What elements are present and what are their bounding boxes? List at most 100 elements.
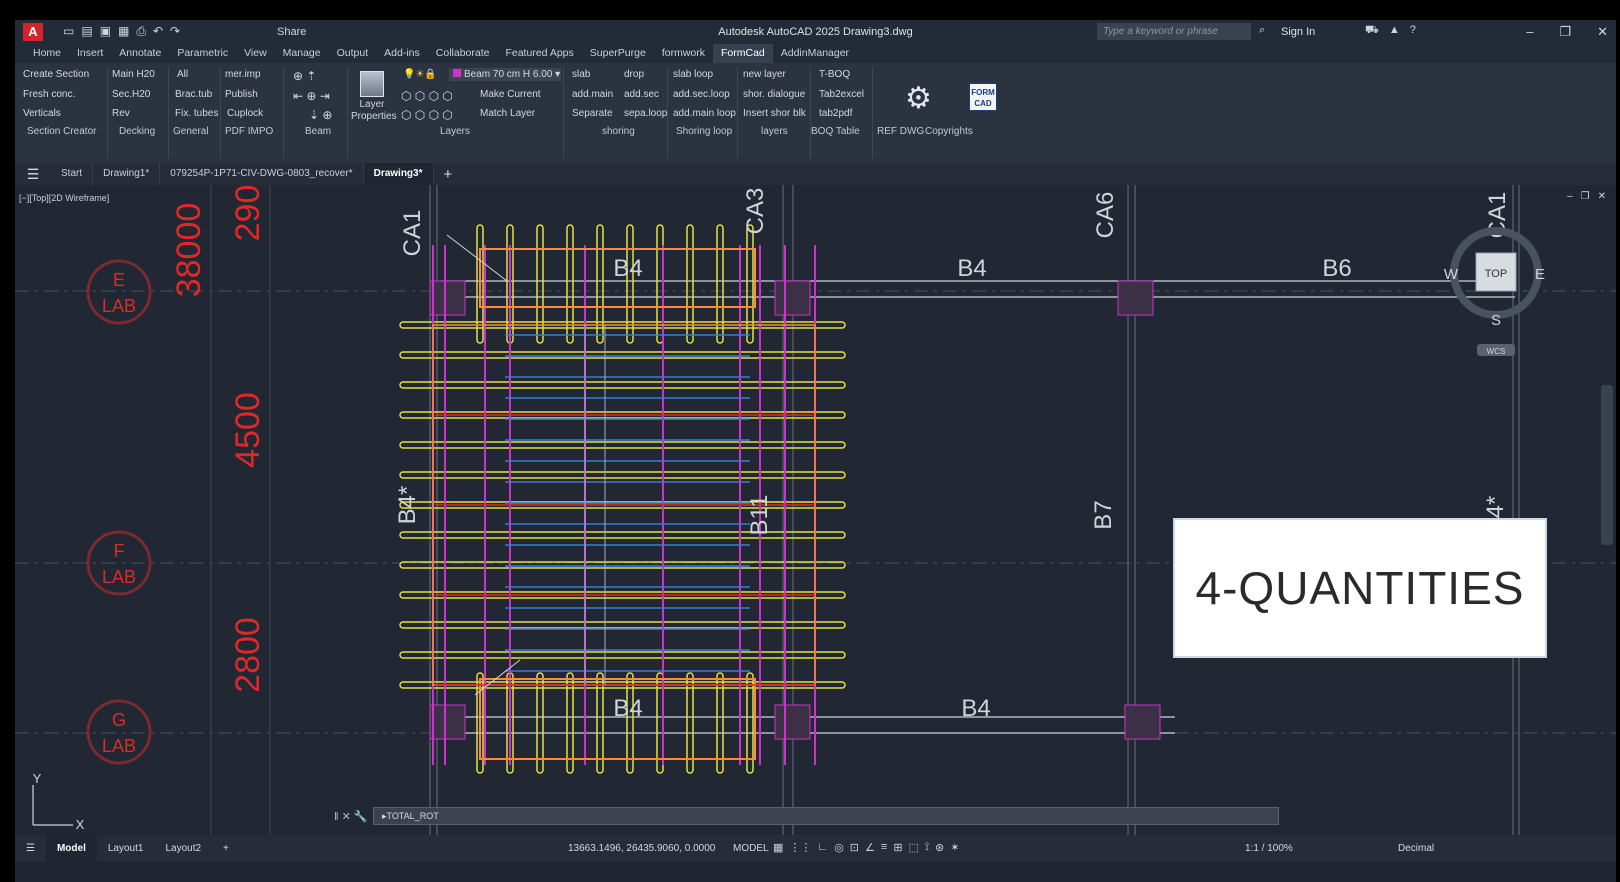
viewport-controls-label[interactable]: [−][Top][2D Wireframe] — [19, 193, 109, 203]
vp-minimize-icon[interactable]: – — [1567, 191, 1573, 202]
publish-dropdown[interactable]: Publish — [225, 89, 258, 100]
status-bar: ☰ Model Layout1 Layout2 + 13663.1496, 26435.… — [15, 835, 1616, 862]
polar-icon[interactable]: ◎ — [834, 841, 844, 854]
drawing-canvas[interactable]: 38000 29045002800ELABFLABGLABCA1 CA3 CA6 CA1… — [15, 185, 1616, 835]
add-main-button[interactable]: add.main — [572, 89, 613, 100]
main-h20-dropdown[interactable]: Main H20 — [112, 69, 155, 80]
layout-tab[interactable]: Layout2 — [154, 835, 212, 862]
coordinates-readout[interactable]: 13663.1496, 26435.9060, 0.0000 — [568, 843, 715, 854]
doc-tab[interactable]: Drawing1* — [93, 163, 161, 185]
t-boq-button[interactable]: T-BOQ — [819, 69, 850, 80]
ribbon-tab-superpurge[interactable]: SuperPurge — [582, 44, 654, 63]
fix-tubes-button[interactable]: Fix. tubes — [175, 108, 218, 119]
annotation-icon[interactable]: ⊛ — [935, 841, 944, 854]
autodesk-icon[interactable]: ▲ — [1389, 24, 1400, 38]
minimize-icon[interactable]: – — [1526, 24, 1533, 40]
layer-tools-icon[interactable]: ⬡ ⬡ ⬡ ⬡ — [401, 89, 453, 103]
slab-button[interactable]: slab — [572, 69, 590, 80]
add-sec-loop-button[interactable]: add.sec.loop — [673, 89, 730, 100]
beam-insert-icon[interactable]: ⇤ ⊕ ⇥ — [293, 89, 330, 103]
doc-tab[interactable]: Start — [51, 163, 94, 185]
sign-in-button[interactable]: Sign In — [1281, 26, 1315, 38]
beam-tool-icon[interactable]: ⊕ ⇡ — [293, 69, 316, 83]
otrack-icon[interactable]: ∠ — [865, 841, 875, 854]
layer-dropdown[interactable]: Beam 70 cm H 6.00 ▾ — [449, 68, 561, 81]
ribbon-tab-annotate[interactable]: Annotate — [111, 44, 169, 63]
search-input[interactable]: Type a keyword or phrase — [1097, 23, 1251, 40]
shor-dialogue-button[interactable]: shor. dialogue — [743, 89, 805, 100]
help-icon[interactable]: ? — [1410, 24, 1416, 38]
ribbon-tab-addinmanager[interactable]: AddinManager — [773, 44, 857, 63]
add-layout-icon[interactable]: + — [212, 835, 240, 862]
tab2excel-button[interactable]: Tab2excel — [819, 89, 864, 100]
ortho-icon[interactable]: ∟ — [817, 841, 828, 854]
gear-icon[interactable]: ⚙ — [905, 81, 932, 116]
command-close-icon[interactable]: ‖ ✕ 🔧 — [334, 810, 368, 823]
vp-close-icon[interactable]: ✕ — [1598, 191, 1606, 202]
ribbon-tab-formcad[interactable]: FormCad — [712, 44, 773, 63]
units-dropdown[interactable]: Decimal — [1398, 843, 1434, 854]
drawing-viewport[interactable]: 38000 290 4500 2800 E LAB F LAB G LAB CA1 CA3 CA6 CA1… — [15, 185, 1616, 835]
layer-properties-button[interactable]: Layer Properties — [351, 71, 397, 123]
lineweight-icon[interactable]: ≡ — [881, 841, 887, 854]
new-tab-icon[interactable]: + — [434, 166, 463, 183]
transparency-icon[interactable]: ⊞ — [893, 841, 902, 854]
ribbon-tab-insert[interactable]: Insert — [69, 44, 111, 63]
fresh-conc-button[interactable]: Fresh conc. — [23, 89, 75, 100]
ribbon-tab-featured-apps[interactable]: Featured Apps — [497, 44, 581, 63]
shoring-loop-label: Shoring loop — [676, 126, 733, 137]
cuplock-dropdown[interactable]: Cuplock — [227, 108, 263, 119]
all-checkbox[interactable]: All — [177, 69, 188, 80]
add-main-loop-button[interactable]: add.main loop — [673, 108, 736, 119]
vp-restore-icon[interactable]: ❐ — [1581, 191, 1590, 202]
ribbon-tab-output[interactable]: Output — [329, 44, 377, 63]
beam-edit-icon[interactable]: ⇣ ⊕ — [309, 108, 332, 122]
ribbon-tab-view[interactable]: View — [236, 44, 275, 63]
layer-state-icon[interactable]: 💡☀🔒 — [403, 69, 437, 80]
snap-icon[interactable]: ⋮⋮ — [789, 841, 811, 854]
doc-tab[interactable]: Drawing3* — [363, 163, 434, 185]
sepa-loop-button[interactable]: sepa.loop — [624, 108, 667, 119]
match-layer-button[interactable]: Match Layer — [480, 108, 535, 119]
ribbon-tab-collaborate[interactable]: Collaborate — [428, 44, 498, 63]
slab-loop-button[interactable]: slab loop — [673, 69, 713, 80]
formcad-logo[interactable]: FORM CAD — [969, 83, 997, 111]
doc-tab[interactable]: 079254P-1P71-CIV-DWG-0803_recover* — [160, 163, 364, 185]
ribbon-tab-add-ins[interactable]: Add-ins — [376, 44, 428, 63]
selection-icon[interactable]: ⬚ — [909, 841, 919, 854]
visibility-icon[interactable]: ✶ — [950, 841, 959, 854]
ribbon-tab-parametric[interactable]: Parametric — [169, 44, 236, 63]
osnap-icon[interactable]: ⊡ — [850, 841, 859, 854]
rev-button[interactable]: Rev — [112, 108, 130, 119]
verticals-checkbox[interactable]: Verticals — [23, 108, 61, 119]
make-current-button[interactable]: Make Current — [480, 89, 541, 100]
vertical-scrollbar[interactable] — [1601, 385, 1613, 545]
cart-icon[interactable]: ⛟ — [1365, 24, 1379, 38]
restore-icon[interactable]: ❐ — [1559, 24, 1571, 40]
gizmo-icon[interactable]: ⟟ — [925, 841, 929, 854]
annotation-scale[interactable]: 1:1 / 100% — [1245, 843, 1293, 854]
separate-button[interactable]: Separate — [572, 108, 613, 119]
ribbon-tab-home[interactable]: Home — [25, 44, 69, 63]
drop-button[interactable]: drop — [624, 69, 644, 80]
model-space-toggle[interactable]: MODEL — [733, 843, 769, 854]
layout-menu-icon[interactable]: ☰ — [15, 835, 46, 862]
close-icon[interactable]: ✕ — [1597, 24, 1608, 40]
ribbon-tab-manage[interactable]: Manage — [275, 44, 329, 63]
grid-icon[interactable]: ▦ — [773, 841, 783, 854]
add-sec-button[interactable]: add.sec — [624, 89, 659, 100]
tab2pdf-button[interactable]: tab2pdf — [819, 108, 852, 119]
create-section-button[interactable]: Create Section — [23, 69, 89, 80]
hamburger-menu-icon[interactable]: ☰ — [15, 166, 51, 183]
ribbon-tab-formwork[interactable]: formwork — [654, 44, 713, 63]
new-layer-dropdown[interactable]: new layer — [743, 69, 786, 80]
layer-tools2-icon[interactable]: ⬡ ⬡ ⬡ ⬡ — [401, 108, 453, 122]
layout-tab[interactable]: Layout1 — [97, 835, 155, 862]
insert-shor-blk-button[interactable]: Insert shor blk — [743, 108, 806, 119]
brac-tub-button[interactable]: Brac.tub — [175, 89, 212, 100]
command-line[interactable]: ‖ ✕ 🔧 ▸TOTAL_ROT — [334, 807, 1279, 825]
layout-tab[interactable]: Model — [45, 835, 97, 862]
sec-h20-dropdown[interactable]: Sec.H20 — [112, 89, 150, 100]
mer-imp-dropdown[interactable]: mer.imp — [225, 69, 261, 80]
search-icon[interactable]: ⌕ — [1259, 24, 1265, 37]
